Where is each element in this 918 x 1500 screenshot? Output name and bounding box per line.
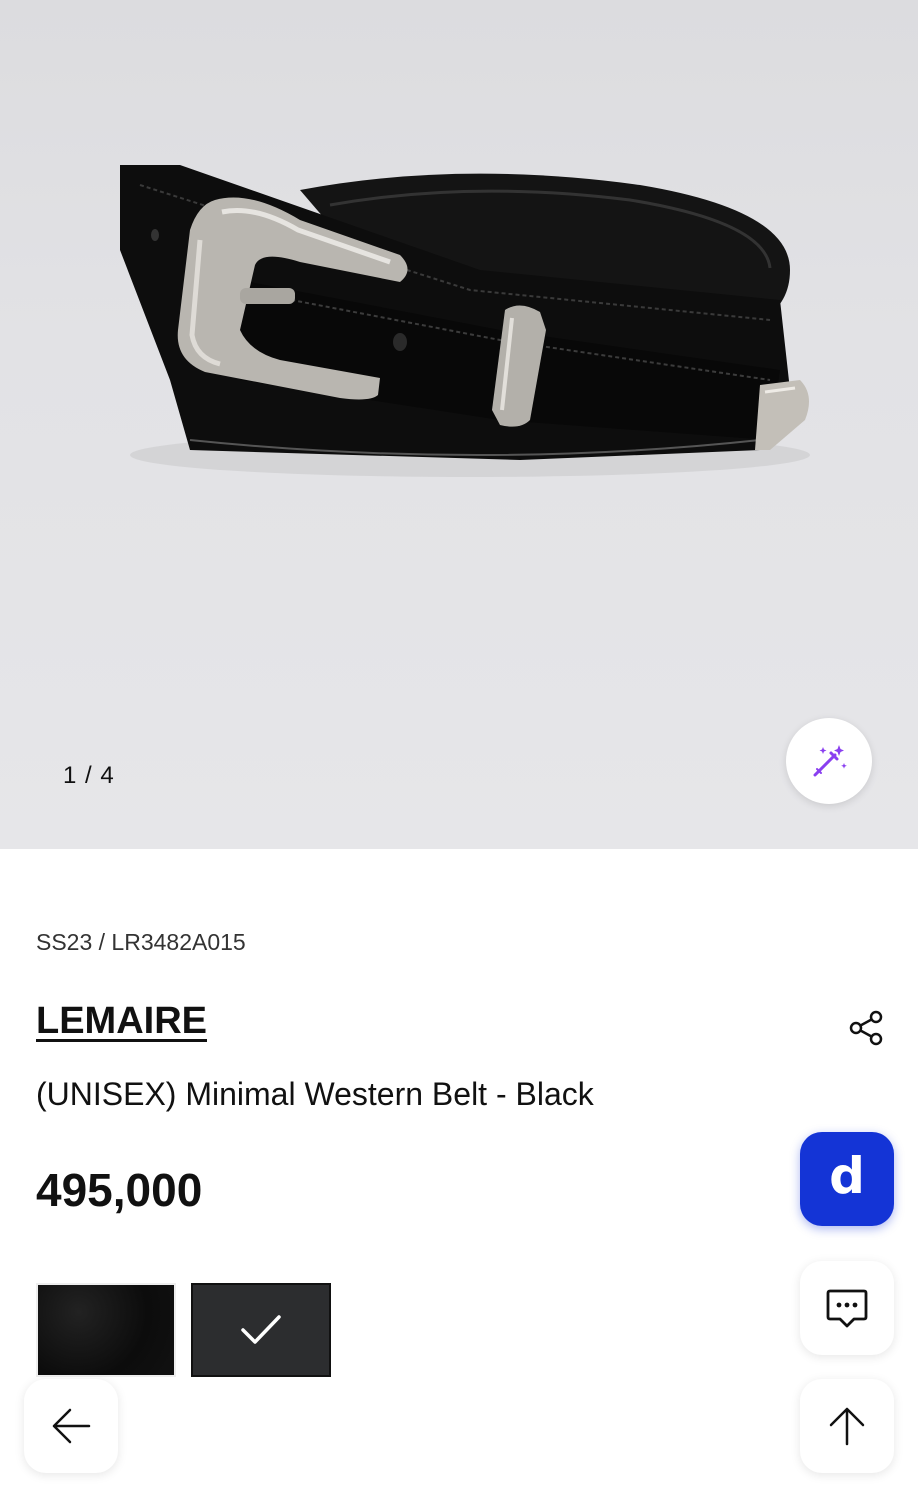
magic-wand-icon [813,745,847,777]
product-image [120,165,810,477]
color-swatch-selected[interactable] [191,1283,331,1377]
image-pager: 1 / 4 [63,762,115,789]
season-code: SS23 / LR3482A015 [36,929,246,955]
color-swatch-1[interactable] [36,1283,176,1377]
app-badge-letter: d [829,1147,865,1205]
check-icon [241,1315,281,1344]
chat-icon [826,1289,868,1328]
share-button[interactable] [844,1006,888,1050]
brand-link[interactable]: LEMAIRE [36,1000,207,1043]
product-name: (UNISEX) Minimal Western Belt - Black [36,1076,594,1112]
chat-button[interactable] [800,1261,894,1355]
back-button[interactable] [24,1379,118,1473]
app-badge-button[interactable]: d [800,1132,894,1226]
share-icon [849,1010,883,1046]
magic-wand-button[interactable] [786,718,872,804]
product-image-gallery[interactable]: 1 / 4 [0,0,918,849]
arrow-left-icon [52,1408,91,1444]
product-price: 495,000 [36,1164,203,1216]
scroll-to-top-button[interactable] [800,1379,894,1473]
arrow-up-icon [829,1407,865,1446]
